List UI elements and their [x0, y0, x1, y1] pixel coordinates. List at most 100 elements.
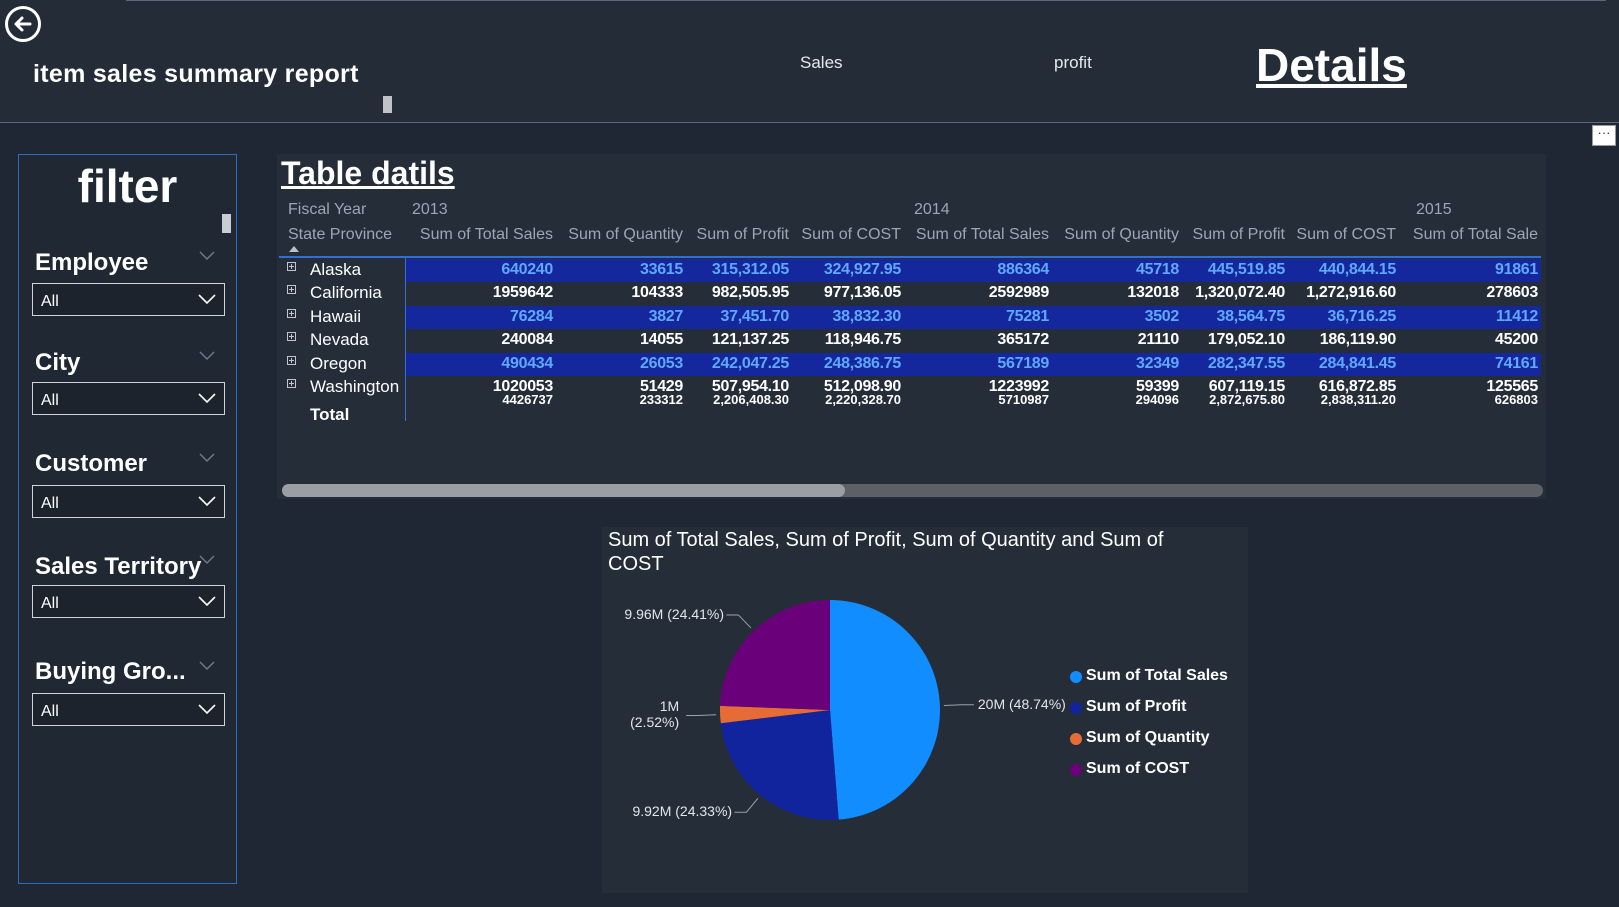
- dropdown-value: All: [41, 392, 59, 409]
- expand-row-icon[interactable]: [287, 262, 296, 271]
- chevron-down-icon[interactable]: [199, 552, 215, 568]
- table-cell: 886364: [997, 261, 1049, 278]
- more-options-button[interactable]: ···: [1592, 125, 1616, 146]
- column-header[interactable]: Sum of Total Sale: [1398, 226, 1538, 244]
- slicer-label-city: City: [35, 349, 81, 376]
- column-header[interactable]: Sum of Profit: [685, 226, 789, 244]
- chevron-down-icon: [198, 393, 216, 404]
- table-cell: 490434: [501, 354, 553, 372]
- pie-data-label: 9.92M (24.33%): [632, 803, 732, 819]
- slicer-label-buying-group: Buying Gro...: [35, 658, 186, 685]
- legend-label: Sum of Profit: [1086, 698, 1187, 715]
- table-cell: 982,505.95: [711, 284, 789, 302]
- table-cell: 240084: [501, 331, 553, 349]
- nav-sales-button[interactable]: Sales: [800, 53, 843, 73]
- table-cell: 278603: [1486, 284, 1538, 302]
- header-top-border: [126, 0, 1606, 1]
- table-cell: 45718: [1136, 261, 1179, 278]
- year-header-2015: 2015: [1416, 201, 1452, 218]
- table-cell: 75281: [1006, 307, 1049, 325]
- horizontal-scrollbar[interactable]: [282, 484, 1543, 497]
- table-cell: 2592989: [988, 284, 1050, 302]
- customer-dropdown[interactable]: All: [32, 485, 225, 518]
- year-header-2013: 2013: [412, 201, 448, 218]
- column-header[interactable]: Sum of COST: [791, 226, 901, 244]
- employee-dropdown[interactable]: All: [32, 283, 225, 316]
- chevron-down-icon[interactable]: [199, 248, 215, 264]
- table-cell: 38,564.75: [1216, 307, 1286, 325]
- chevron-down-icon: [198, 596, 216, 607]
- total-cell: 5710987: [998, 392, 1049, 407]
- chevron-down-icon[interactable]: [199, 450, 215, 466]
- total-cell: 4426737: [502, 392, 553, 407]
- legend-swatch: [1070, 733, 1082, 745]
- chevron-down-icon[interactable]: [199, 348, 215, 364]
- report-header: item sales summary report Sales profit D…: [0, 0, 1619, 123]
- slicer-label-employee: Employee: [35, 249, 149, 276]
- slicer-label-sales-territory: Sales Territory: [35, 553, 202, 580]
- total-label: Total: [310, 405, 350, 424]
- row-label-state[interactable]: Oregon: [310, 354, 367, 374]
- column-header[interactable]: Sum of Profit: [1181, 226, 1285, 244]
- table-cell: 38,832.30: [832, 307, 902, 325]
- row-label-state[interactable]: Alaska: [310, 260, 361, 280]
- legend-swatch: [1070, 764, 1082, 776]
- table-title: Table datils: [281, 155, 455, 191]
- expand-row-icon[interactable]: [287, 355, 296, 365]
- pie-slice[interactable]: [720, 710, 839, 820]
- nav-details-button[interactable]: Details: [1256, 38, 1407, 92]
- expand-row-icon[interactable]: [287, 332, 296, 342]
- column-header[interactable]: Sum of Total Sales: [411, 226, 553, 244]
- row-label-state[interactable]: Washington: [310, 377, 399, 397]
- slicer-label-customer: Customer: [35, 450, 148, 477]
- sort-ascending-icon[interactable]: [289, 246, 299, 252]
- state-province-header[interactable]: State Province: [288, 226, 392, 244]
- column-header[interactable]: Sum of Quantity: [1051, 226, 1179, 244]
- pie-label-value: 9.92M: [632, 803, 672, 820]
- pie-slice[interactable]: [830, 600, 940, 820]
- filter-panel: filter Employee All City All Customer Al…: [18, 154, 237, 884]
- table-cell: 91861: [1495, 261, 1538, 278]
- nav-profit-button[interactable]: profit: [1054, 53, 1092, 73]
- chevron-down-icon[interactable]: [199, 658, 215, 674]
- back-arrow-icon[interactable]: [5, 6, 41, 42]
- sales-territory-dropdown[interactable]: All: [32, 585, 225, 618]
- pie-label-percent: (48.74%): [1009, 695, 1066, 712]
- column-header[interactable]: Sum of COST: [1287, 226, 1396, 244]
- fiscal-year-header: Fiscal Year: [288, 201, 367, 218]
- table-cell: 76284: [510, 307, 553, 325]
- table-cell: 36,716.25: [1327, 307, 1397, 325]
- table-cell: 282,347.55: [1207, 354, 1285, 372]
- row-label-state[interactable]: Hawaii: [310, 307, 361, 327]
- table-cell: 33615: [640, 261, 683, 278]
- table-cell: 242,047.25: [711, 354, 789, 372]
- total-cell: 626803: [1494, 392, 1538, 407]
- table-cell: 324,927.95: [823, 261, 901, 278]
- row-label-state[interactable]: Nevada: [310, 330, 369, 350]
- buying-group-dropdown[interactable]: All: [32, 693, 225, 726]
- row-label-state[interactable]: California: [310, 283, 382, 303]
- table-cell: 1,320,072.40: [1195, 284, 1285, 302]
- expand-row-icon[interactable]: [287, 379, 296, 388]
- table-cell: 104333: [631, 284, 683, 302]
- table-cell: 179,052.10: [1207, 331, 1285, 349]
- table-cell: 26053: [640, 354, 683, 372]
- expand-row-icon[interactable]: [287, 308, 296, 318]
- pie-label-percent: (2.52%): [630, 713, 680, 730]
- scrollbar-thumb[interactable]: [282, 484, 845, 497]
- city-dropdown[interactable]: All: [32, 382, 225, 415]
- legend-label: Sum of Total Sales: [1086, 667, 1228, 684]
- expand-row-icon[interactable]: [287, 285, 296, 295]
- table-cell: 21110: [1137, 331, 1180, 349]
- table-cell: 248,386.75: [823, 354, 901, 372]
- filter-scrollbar[interactable]: [222, 214, 231, 233]
- dropdown-value: All: [41, 703, 59, 720]
- total-cell: 233312: [639, 392, 683, 407]
- table-cell: 32349: [1136, 354, 1179, 372]
- column-header[interactable]: Sum of Quantity: [555, 226, 683, 244]
- total-cell: 2,206,408.30: [713, 392, 789, 407]
- pie-slice[interactable]: [720, 600, 830, 710]
- table-cell: 640240: [501, 261, 553, 278]
- table-cell: 11412: [1495, 307, 1538, 325]
- column-header[interactable]: Sum of Total Sales: [903, 226, 1049, 244]
